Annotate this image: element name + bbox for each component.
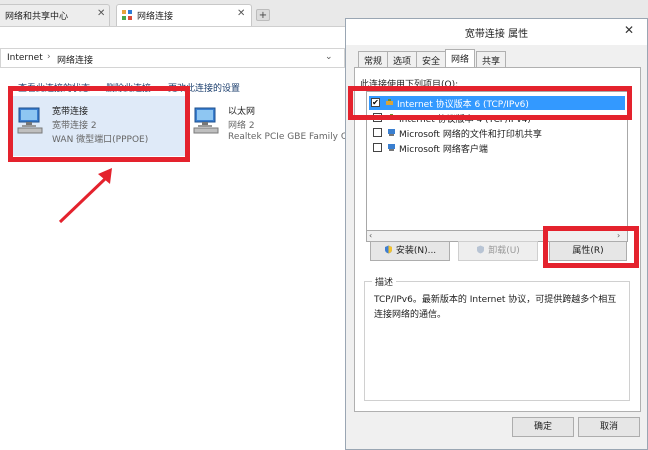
close-icon[interactable]: ✕ bbox=[624, 23, 634, 37]
ok-button[interactable]: 确定 bbox=[512, 417, 574, 437]
list-item-label: Microsoft 网络的文件和打印机共享 bbox=[399, 130, 542, 140]
annotation-box-properties bbox=[543, 226, 639, 268]
shield-icon bbox=[477, 245, 485, 254]
uninstall-button-label: 卸载(U) bbox=[488, 246, 520, 256]
dialog-titlebar[interactable]: 宽带连接 属性 ✕ bbox=[346, 19, 647, 45]
tab-networking[interactable]: 网络 bbox=[445, 49, 476, 68]
shield-icon bbox=[384, 245, 392, 254]
description-text: TCP/IPv6。最新版本的 Internet 协议，可提供跨越多个相互连接网络… bbox=[374, 295, 617, 320]
checkbox-file-printer-sharing[interactable] bbox=[373, 128, 382, 137]
tab-general[interactable]: 常规 bbox=[358, 51, 389, 67]
list-item-label: Microsoft 网络客户端 bbox=[399, 145, 488, 155]
client-icon bbox=[388, 144, 395, 151]
install-button-label: 安装(N)... bbox=[395, 246, 437, 256]
uninstall-button[interactable]: 卸载(U) bbox=[458, 241, 538, 261]
dialog-title: 宽带连接 属性 bbox=[464, 29, 529, 40]
cancel-button[interactable]: 取消 bbox=[578, 417, 640, 437]
chevron-left-icon[interactable]: ‹ bbox=[369, 231, 372, 240]
tab-sharing[interactable]: 共享 bbox=[476, 51, 507, 67]
tab-security[interactable]: 安全 bbox=[416, 51, 447, 67]
tab-options[interactable]: 选项 bbox=[387, 51, 418, 67]
checkbox-ms-client[interactable] bbox=[373, 143, 382, 152]
service-icon bbox=[388, 129, 395, 136]
install-button[interactable]: 安装(N)... bbox=[370, 241, 450, 261]
annotation-box-ipv6 bbox=[348, 86, 632, 120]
description-legend: 描述 bbox=[372, 275, 397, 288]
